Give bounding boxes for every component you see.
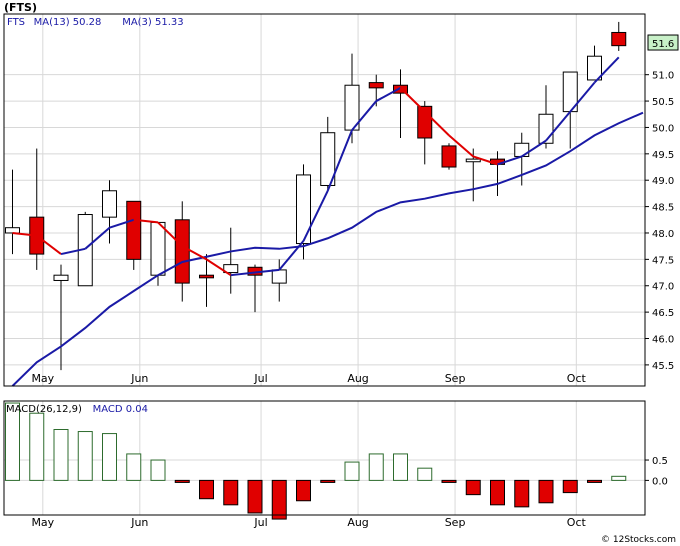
price-y-tick-label: 48.0 bbox=[652, 229, 674, 240]
price-y-tick-label: 49.0 bbox=[652, 176, 674, 187]
macd-legend-entry: MACD 0.04 bbox=[93, 404, 148, 415]
price-x-tick-label: Oct bbox=[567, 372, 587, 385]
macd-bar bbox=[562, 479, 578, 494]
candle-body bbox=[174, 219, 190, 284]
macd-bar bbox=[441, 479, 457, 483]
candle-body bbox=[150, 221, 166, 276]
candle-body bbox=[514, 142, 530, 157]
candle-body bbox=[53, 274, 69, 281]
macd-bar bbox=[126, 453, 142, 481]
macd-bar bbox=[150, 459, 166, 481]
stock-chart: 45.5 46.0 46.5 47.0 47.5 48.0 48.5 49.0 49.5 50.0… bbox=[0, 0, 680, 546]
candle-body bbox=[199, 274, 214, 279]
last-price-label: 51.6 bbox=[652, 39, 674, 50]
price-y-tick-label: 50.5 bbox=[652, 97, 674, 108]
macd-bar bbox=[417, 467, 433, 481]
price-y-tick-label: 46.0 bbox=[652, 335, 674, 346]
price-y-tick-label: 46.5 bbox=[652, 308, 674, 319]
macd-bar bbox=[538, 479, 554, 504]
price-legend-entry: MA(13) 50.28 bbox=[34, 17, 102, 28]
macd-bar bbox=[465, 479, 481, 496]
macd-y-tick-label: 0.0 bbox=[652, 476, 668, 487]
candle-body bbox=[271, 269, 287, 284]
candle-body bbox=[5, 227, 20, 234]
macd-bar bbox=[344, 461, 360, 481]
price-x-tick-label: Sep bbox=[445, 372, 466, 385]
macd-x-tick-label: May bbox=[31, 516, 54, 529]
price-legend-entry: FTS bbox=[7, 17, 25, 28]
macd-bar bbox=[296, 479, 311, 502]
candle-body bbox=[441, 145, 457, 168]
macd-legend: MACD(26,12,9) MACD 0.04 bbox=[6, 404, 148, 415]
macd-x-tick-label: Oct bbox=[567, 516, 587, 529]
macd-x-tick-label: Jun bbox=[130, 516, 148, 529]
candle-body bbox=[126, 200, 142, 260]
candle-body bbox=[465, 158, 481, 163]
macd-bar bbox=[271, 479, 287, 520]
watermark: © 12Stocks.com bbox=[601, 535, 676, 545]
macd-x-tick-label: Sep bbox=[445, 516, 466, 529]
macd-bar bbox=[611, 475, 627, 481]
price-x-tick-label: Jun bbox=[130, 372, 148, 385]
macd-legend-entry: MACD(26,12,9) bbox=[6, 404, 82, 415]
macd-bar bbox=[247, 479, 263, 514]
candle-body bbox=[102, 190, 117, 218]
macd-bar bbox=[223, 479, 239, 506]
macd-bar bbox=[368, 453, 384, 481]
macd-bar bbox=[53, 429, 69, 481]
price-y-tick-label: 51.0 bbox=[652, 71, 674, 82]
macd-bar bbox=[174, 479, 190, 483]
price-y-tick-label: 48.5 bbox=[652, 203, 674, 214]
price-y-tick-label: 47.5 bbox=[652, 255, 674, 266]
macd-bar bbox=[77, 431, 93, 481]
macd-x-tick-label: Jul bbox=[253, 516, 267, 529]
price-legend-entry: MA(3) 51.33 bbox=[122, 17, 183, 28]
macd-bar bbox=[490, 479, 505, 506]
macd-bar bbox=[199, 479, 214, 500]
price-y-tick-label: 45.5 bbox=[652, 361, 674, 372]
price-legend: FTS MA(13) 50.28 MA(3) 51.33 bbox=[7, 17, 184, 28]
macd-bar bbox=[587, 479, 602, 483]
price-y-tick-label: 49.5 bbox=[652, 150, 674, 161]
chart-title: (FTS) bbox=[4, 1, 37, 14]
macd-bar bbox=[29, 412, 45, 481]
price-y-tick-label: 47.0 bbox=[652, 282, 674, 293]
macd-bar bbox=[393, 453, 408, 481]
price-y-tick-label: 50.0 bbox=[652, 123, 674, 134]
macd-bar bbox=[102, 433, 117, 481]
macd-x-tick-label: Aug bbox=[347, 516, 368, 529]
candle-body bbox=[368, 82, 384, 89]
price-x-tick-label: Jul bbox=[253, 372, 267, 385]
macd-y-tick-label: 0.5 bbox=[652, 456, 668, 467]
candle-body bbox=[538, 113, 554, 144]
last-price-marker: 51.6 bbox=[647, 34, 679, 51]
candle-body bbox=[296, 174, 311, 245]
price-x-tick-label: Aug bbox=[347, 372, 368, 385]
macd-bar bbox=[514, 479, 530, 508]
macd-bar bbox=[320, 479, 336, 483]
price-x-tick-label: May bbox=[31, 372, 54, 385]
candle-body bbox=[611, 31, 627, 47]
